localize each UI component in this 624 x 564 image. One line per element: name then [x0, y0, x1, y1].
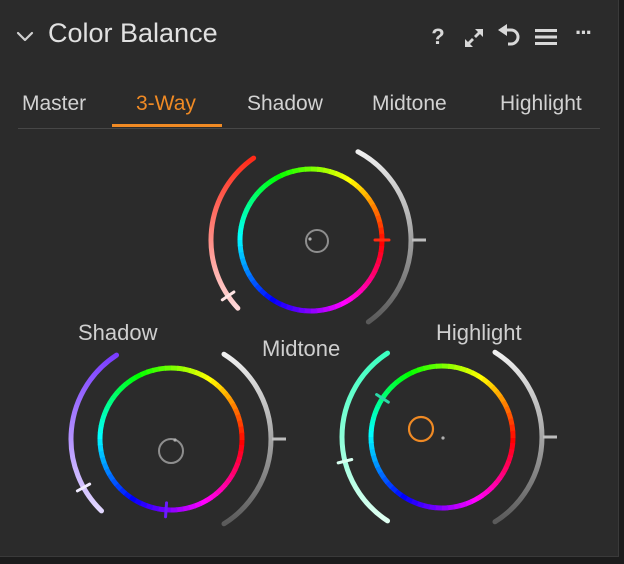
- highlight-center-dot: [441, 436, 445, 440]
- highlight-lightness-arc[interactable]: [492, 349, 545, 525]
- midtone-lightness-arc[interactable]: [355, 149, 414, 325]
- shadow-color-handle[interactable]: [158, 438, 184, 464]
- color-balance-panel: Color Balance ? ··· Master 3-Way Shadow …: [0, 0, 619, 557]
- midtone-center-dot: [308, 237, 312, 241]
- shadow-lightness-arc[interactable]: [221, 351, 274, 527]
- shadow-saturation-arc[interactable]: [68, 352, 120, 514]
- color-wheels: [68, 149, 557, 527]
- shadow-hue-marker[interactable]: [164, 501, 169, 519]
- shadow-center-dot: [173, 438, 177, 442]
- highlight-color-handle[interactable]: [407, 415, 435, 443]
- midtone-saturation-arc[interactable]: [208, 155, 257, 311]
- highlight-saturation-handle[interactable]: [336, 457, 354, 465]
- highlight-saturation-arc[interactable]: [339, 350, 391, 524]
- midtone-color-handle[interactable]: [305, 229, 329, 253]
